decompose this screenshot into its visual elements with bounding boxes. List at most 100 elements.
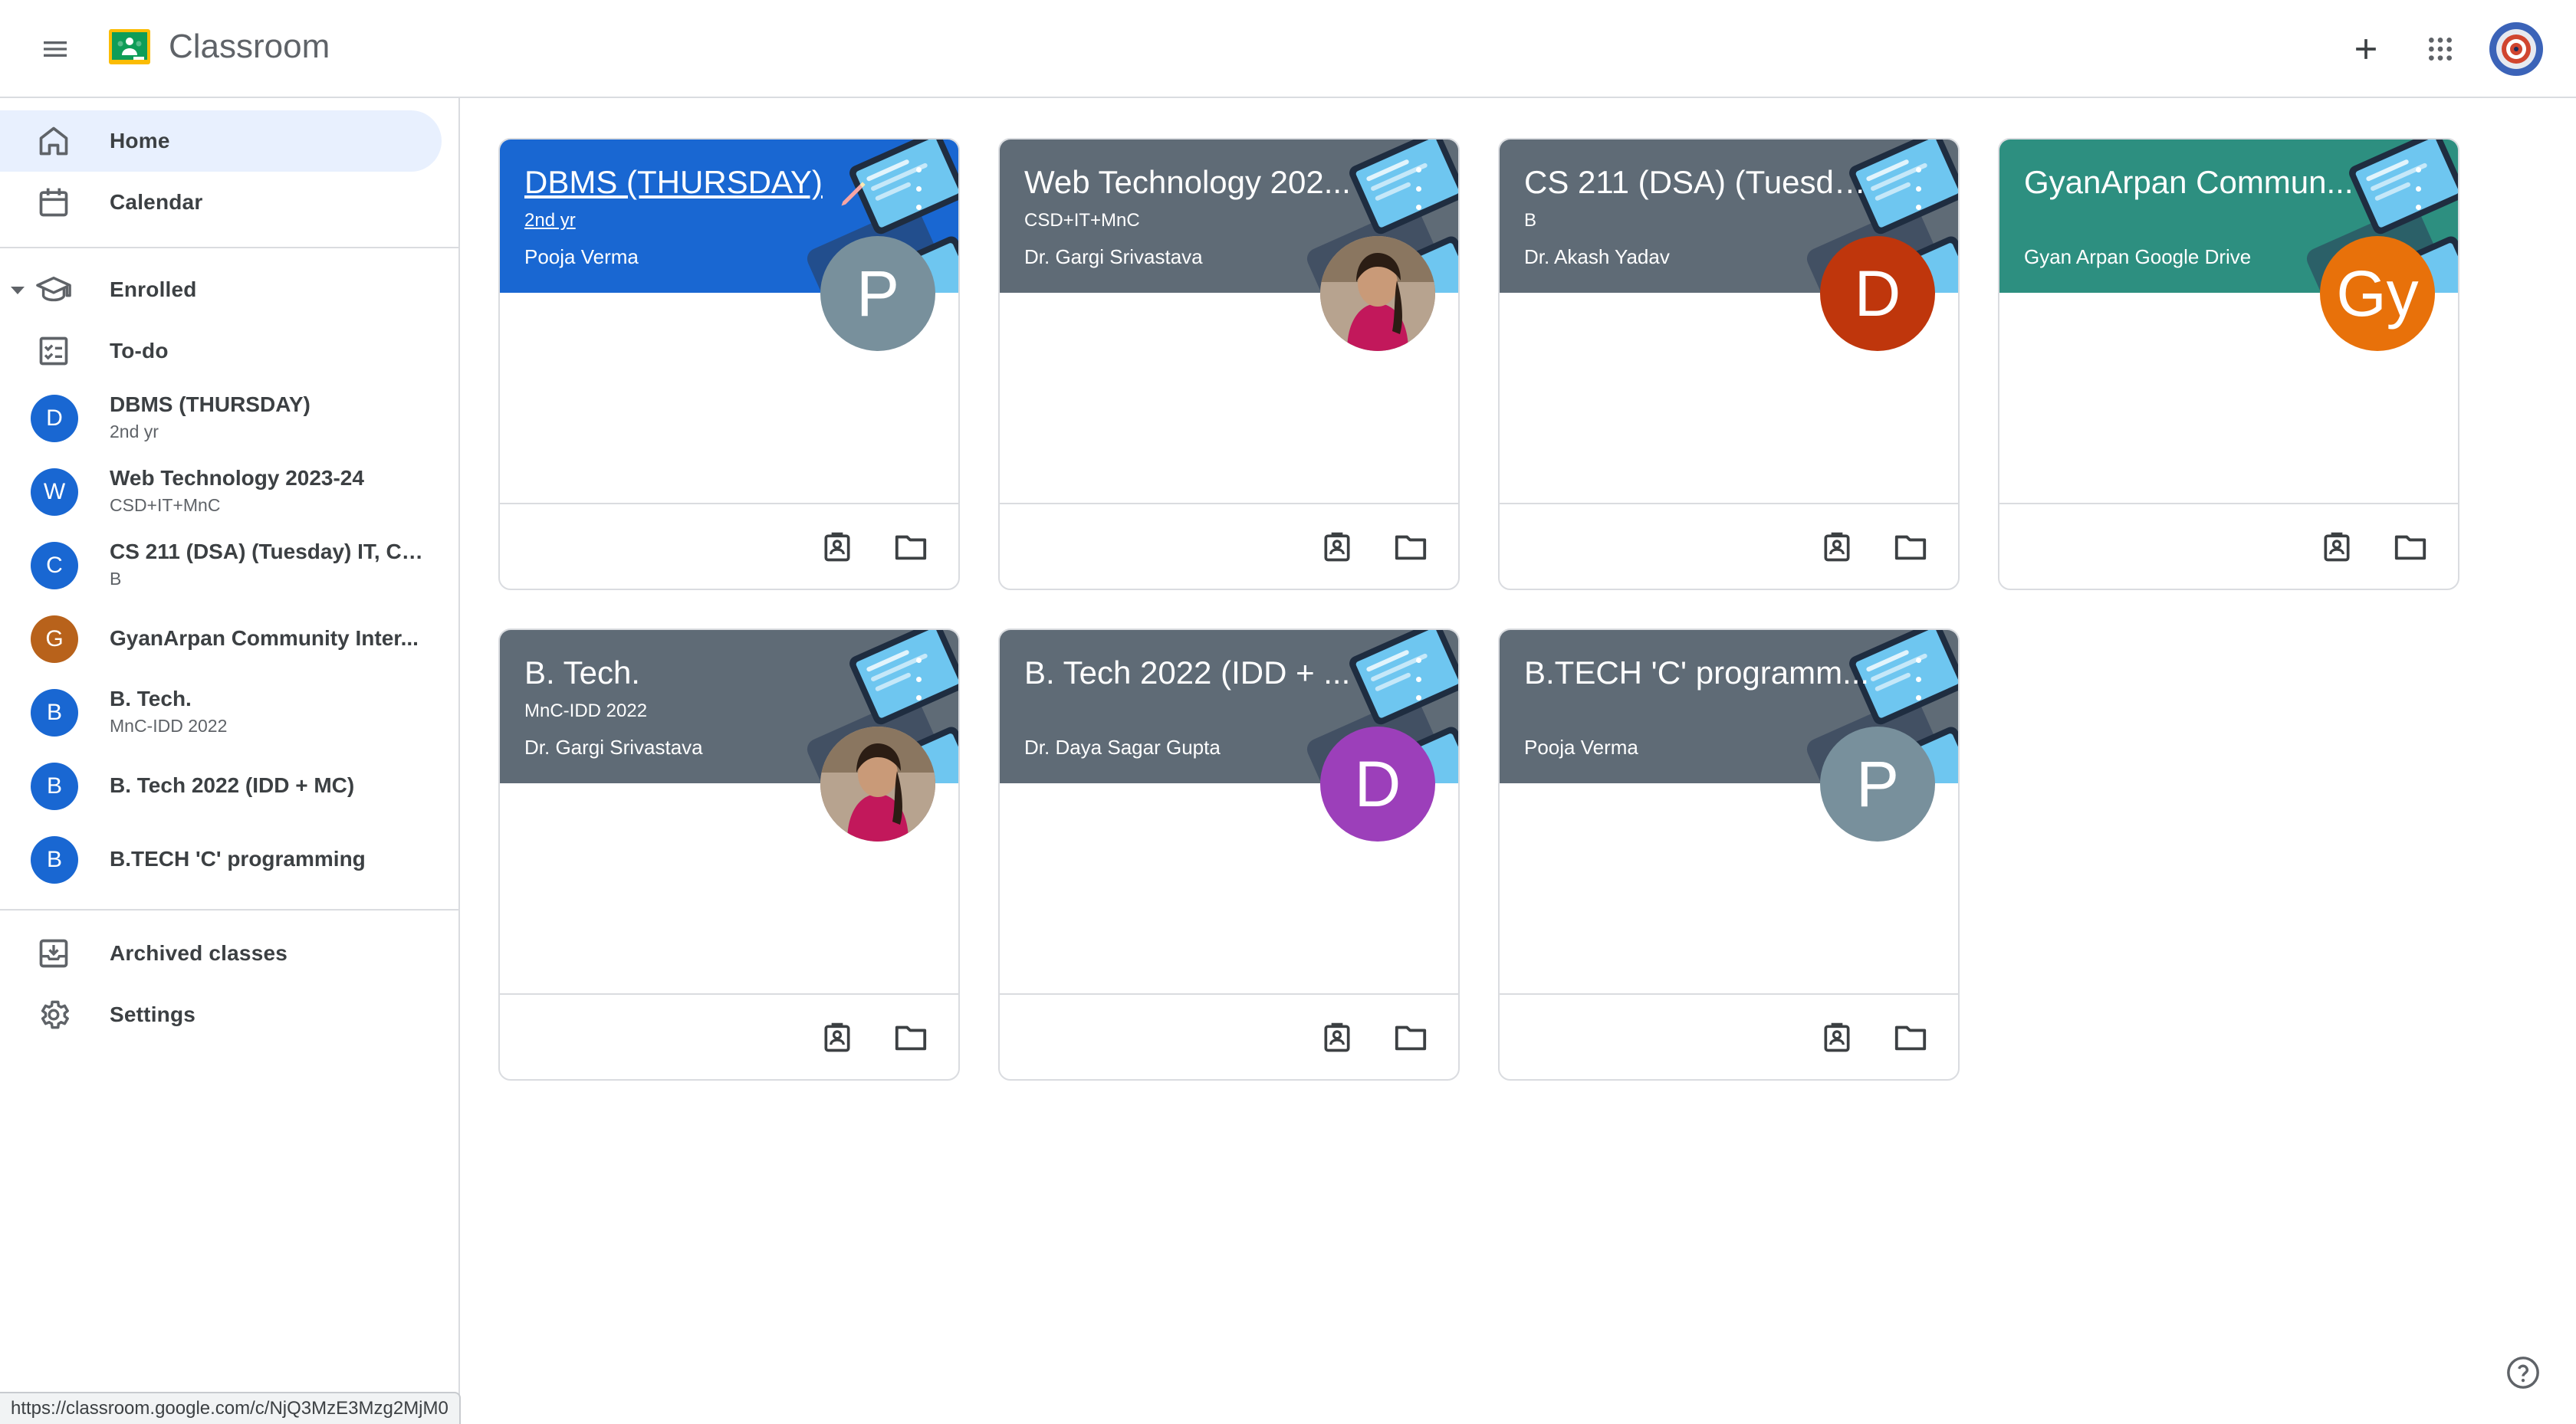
card-footer (500, 503, 958, 589)
card-section[interactable]: CSD+IT+MnC (1024, 210, 1140, 231)
nav-enrolled[interactable]: Enrolled (0, 259, 442, 320)
card-section[interactable]: B (1524, 210, 1536, 231)
open-drive-folder-button[interactable] (1884, 521, 1937, 573)
class-name: B. Tech 2022 (IDD + MC) (110, 773, 355, 797)
sidebar-divider (0, 909, 458, 911)
your-work-button[interactable] (811, 521, 863, 573)
class-card-btech[interactable]: B. Tech. MnC-IDD 2022 Dr. Gargi Srivastava (498, 628, 960, 1081)
create-or-join-button[interactable] (2340, 23, 2392, 75)
assignment-ind-icon (2324, 532, 2350, 562)
more-options-icon[interactable] (1411, 167, 1426, 210)
folder-icon (895, 1025, 927, 1051)
assignment-ind-icon (824, 532, 850, 562)
open-drive-folder-button[interactable] (885, 1012, 937, 1064)
teacher-avatar (1320, 236, 1435, 351)
class-name: CS 211 (DSA) (Tuesday) IT, CS... (110, 540, 432, 563)
open-drive-folder-button[interactable] (1884, 1012, 1937, 1064)
class-name: GyanArpan Community Inter... (110, 626, 419, 650)
class-avatar: B (31, 763, 78, 810)
teacher-avatar: Gy (2320, 236, 2435, 351)
more-options-icon[interactable] (1911, 658, 1926, 701)
nav-calendar[interactable]: Calendar (0, 172, 442, 233)
account-avatar[interactable] (2489, 21, 2544, 77)
card-title[interactable]: B. Tech. (524, 655, 640, 691)
class-name: Web Technology 2023-24 (110, 466, 364, 490)
teacher-avatar: P (1820, 727, 1935, 842)
more-options-icon[interactable] (1911, 167, 1926, 210)
card-teacher-name: Pooja Verma (1524, 736, 1638, 759)
class-name: B.TECH 'C' programming (110, 847, 366, 871)
card-title[interactable]: DBMS (THURSDAY) (524, 164, 823, 201)
your-work-button[interactable] (1311, 521, 1363, 573)
expand-caret-icon[interactable] (11, 287, 25, 294)
card-teacher-name: Gyan Arpan Google Drive (2024, 245, 2252, 268)
your-work-button[interactable] (1811, 1012, 1863, 1064)
card-title[interactable]: B.TECH 'C' programm... (1524, 655, 1869, 691)
open-drive-folder-button[interactable] (2384, 521, 2436, 573)
nav-todo[interactable]: To-do (0, 320, 442, 382)
your-work-button[interactable] (1811, 521, 1863, 573)
card-footer (1999, 503, 2458, 589)
nav-archived-classes[interactable]: Archived classes (0, 923, 442, 984)
your-work-button[interactable] (811, 1012, 863, 1064)
teacher-avatar: D (1320, 727, 1435, 842)
card-title[interactable]: CS 211 (DSA) (Tuesda... (1524, 164, 1877, 201)
assignment-ind-icon (1324, 1022, 1350, 1052)
card-title[interactable]: B. Tech 2022 (IDD + ... (1024, 655, 1350, 691)
card-footer (1500, 993, 1958, 1079)
app-title[interactable]: Classroom (169, 28, 330, 66)
main-menu-button[interactable] (31, 25, 80, 74)
sidebar-class-btech[interactable]: B B. Tech. MnC-IDD 2022 (0, 676, 442, 750)
todo-checklist-icon (34, 331, 74, 371)
more-options-icon[interactable] (911, 658, 926, 701)
sidebar-class-web-technology[interactable]: W Web Technology 2023-24 CSD+IT+MnC (0, 455, 442, 529)
class-card-gyanarpan[interactable]: GyanArpan Commun... Gyan Arpan Google Dri… (1998, 138, 2459, 590)
more-options-icon[interactable] (911, 167, 926, 210)
sidebar-class-dbms[interactable]: D DBMS (THURSDAY) 2nd yr (0, 382, 442, 455)
nav-calendar-label: Calendar (110, 190, 203, 214)
google-apps-button[interactable] (2414, 23, 2466, 75)
nav-enrolled-label: Enrolled (110, 277, 197, 301)
open-drive-folder-button[interactable] (885, 521, 937, 573)
sidebar-class-btech-c-programming[interactable]: B B.TECH 'C' programming (0, 823, 442, 897)
class-card-web-technology[interactable]: Web Technology 202... CSD+IT+MnC Dr. Gargi… (998, 138, 1460, 590)
open-drive-folder-button[interactable] (1385, 1012, 1437, 1064)
assignment-ind-icon (1824, 532, 1850, 562)
more-options-icon[interactable] (2410, 167, 2426, 210)
class-avatar: G (31, 615, 78, 663)
class-name: DBMS (THURSDAY) (110, 392, 310, 416)
pencil-decoration-icon (837, 176, 871, 214)
class-section: MnC-IDD 2022 (110, 716, 228, 736)
your-work-button[interactable] (1311, 1012, 1363, 1064)
apps-grid-icon (2429, 38, 2452, 61)
help-button[interactable] (2504, 1353, 2542, 1392)
sidebar-class-cs211[interactable]: C CS 211 (DSA) (Tuesday) IT, CS... B (0, 529, 442, 602)
more-options-icon[interactable] (1411, 658, 1426, 701)
nav-settings[interactable]: Settings (0, 984, 442, 1045)
assignment-ind-icon (1324, 532, 1350, 562)
card-teacher-name: Dr. Akash Yadav (1524, 245, 1670, 268)
classroom-logo[interactable] (109, 29, 150, 64)
card-section[interactable]: 2nd yr (524, 210, 576, 231)
card-section[interactable]: MnC-IDD 2022 (524, 701, 647, 722)
sidebar-class-btech-2022[interactable]: B B. Tech 2022 (IDD + MC) (0, 750, 442, 823)
card-footer (1500, 503, 1958, 589)
card-teacher-name: Dr. Gargi Srivastava (524, 736, 703, 759)
gear-icon (34, 995, 74, 1035)
class-card-cs211[interactable]: CS 211 (DSA) (Tuesda... B Dr. Akash Yadav D (1498, 138, 1960, 590)
nav-todo-label: To-do (110, 339, 169, 363)
class-section: 2nd yr (110, 422, 159, 441)
sidebar-class-gyanarpan[interactable]: G GyanArpan Community Inter... (0, 602, 442, 676)
card-title[interactable]: Web Technology 202... (1024, 164, 1351, 201)
card-title[interactable]: GyanArpan Commun... (2024, 164, 2354, 201)
class-card-btech-c-programming[interactable]: B.TECH 'C' programm... Pooja Verma P (1498, 628, 1960, 1081)
open-drive-folder-button[interactable] (1385, 521, 1437, 573)
navigation-drawer: Home Calendar Enrolled To-do D DBMS (THU… (0, 98, 460, 1424)
nav-home[interactable]: Home (0, 110, 442, 172)
your-work-button[interactable] (2311, 521, 2363, 573)
card-teacher-name: Dr. Daya Sagar Gupta (1024, 736, 1221, 759)
teacher-photo-icon (820, 727, 935, 842)
card-footer (1000, 503, 1458, 589)
class-card-dbms[interactable]: DBMS (THURSDAY) 2nd yr Pooja Verma P (498, 138, 960, 590)
class-card-btech-2022[interactable]: B. Tech 2022 (IDD + ... Dr. Daya Sagar Gu… (998, 628, 1460, 1081)
